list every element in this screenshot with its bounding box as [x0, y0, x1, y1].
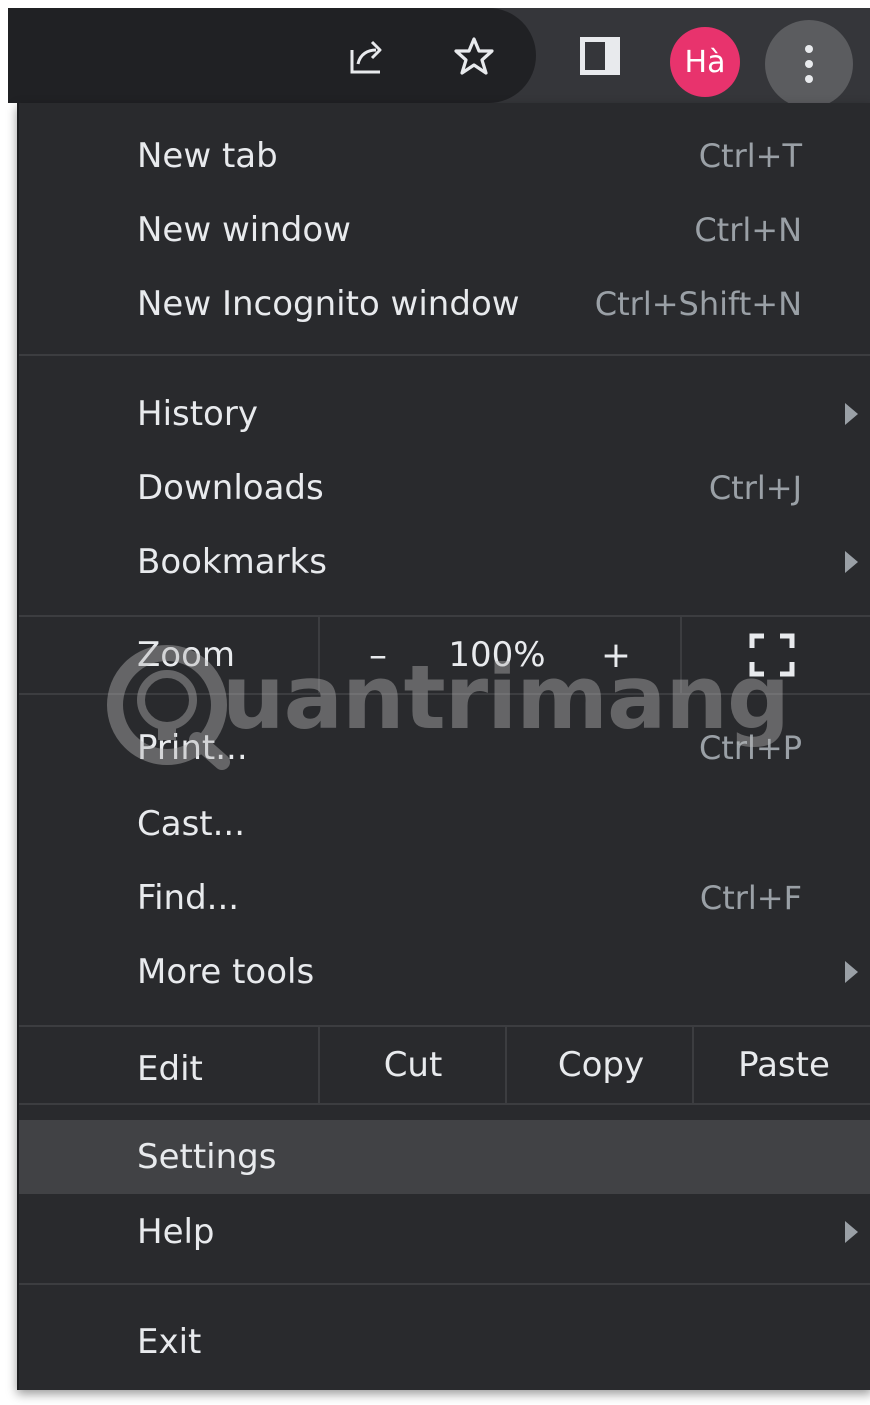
menu-item-bookmarks[interactable]: Bookmarks [19, 525, 870, 599]
fullscreen-icon[interactable] [749, 633, 795, 677]
edit-label: Edit [137, 1049, 203, 1089]
menu-item-shortcut: Ctrl+Shift+N [594, 285, 802, 323]
menu-item-shortcut: Ctrl+F [699, 879, 802, 917]
menu-item-label: Exit [137, 1322, 202, 1362]
menu-item-label: Downloads [137, 468, 324, 508]
edit-row: Edit Cut Copy Paste [19, 1027, 870, 1103]
menu-item-cast[interactable]: Cast... [19, 787, 870, 861]
menu-item-label: History [137, 394, 258, 434]
menu-separator [19, 1103, 870, 1105]
menu-item-label: Print... [137, 728, 248, 768]
menu-separator [19, 693, 870, 695]
menu-item-history[interactable]: History [19, 377, 870, 451]
menu-item-label: Bookmarks [137, 542, 327, 582]
menu-item-label: New tab [137, 136, 278, 176]
browser-window: Hà New tab Ctrl+T New window Ctrl+N New … [0, 0, 870, 1405]
copy-button[interactable]: Copy [508, 1027, 694, 1103]
side-panel-icon[interactable] [574, 30, 626, 82]
chrome-main-menu: New tab Ctrl+T New window Ctrl+N New Inc… [17, 103, 870, 1390]
paste-button[interactable]: Paste [696, 1027, 870, 1103]
cut-button[interactable]: Cut [320, 1027, 506, 1103]
menu-item-label: Find... [137, 878, 240, 918]
submenu-arrow-icon [845, 1221, 858, 1243]
submenu-arrow-icon [845, 403, 858, 425]
menu-separator [19, 1283, 870, 1285]
menu-item-more-tools[interactable]: More tools [19, 935, 870, 1009]
zoom-row: Zoom – 100% + [19, 617, 870, 693]
menu-item-downloads[interactable]: Downloads Ctrl+J [19, 451, 870, 525]
zoom-label: Zoom [137, 635, 236, 675]
menu-item-find[interactable]: Find... Ctrl+F [19, 861, 870, 935]
three-dots-vertical-icon[interactable] [765, 20, 853, 108]
menu-item-shortcut: Ctrl+T [698, 137, 802, 175]
profile-avatar[interactable]: Hà [670, 27, 740, 97]
menu-item-label: Settings [137, 1137, 277, 1177]
menu-item-settings[interactable]: Settings [19, 1120, 870, 1194]
divider [680, 617, 682, 693]
divider [318, 617, 320, 693]
menu-item-label: Help [137, 1212, 215, 1252]
zoom-in-button[interactable]: + [571, 617, 661, 693]
menu-item-shortcut: Ctrl+P [698, 729, 802, 767]
menu-item-label: More tools [137, 952, 315, 992]
submenu-arrow-icon [845, 961, 858, 983]
zoom-out-button[interactable]: – [333, 617, 423, 693]
menu-item-shortcut: Ctrl+J [708, 469, 802, 507]
profile-initials: Hà [684, 44, 726, 80]
submenu-arrow-icon [845, 551, 858, 573]
menu-item-label: New window [137, 210, 351, 250]
browser-toolbar: Hà [8, 8, 870, 108]
star-icon[interactable] [448, 30, 500, 82]
menu-item-shortcut: Ctrl+N [694, 211, 802, 249]
zoom-level: 100% [448, 635, 546, 675]
menu-item-new-tab[interactable]: New tab Ctrl+T [19, 119, 870, 193]
menu-item-exit[interactable]: Exit [19, 1305, 870, 1379]
menu-separator [19, 354, 870, 356]
share-icon[interactable] [340, 30, 392, 82]
menu-item-new-incognito-window[interactable]: New Incognito window Ctrl+Shift+N [19, 267, 870, 341]
menu-item-help[interactable]: Help [19, 1195, 870, 1269]
menu-item-label: New Incognito window [137, 284, 520, 324]
menu-item-new-window[interactable]: New window Ctrl+N [19, 193, 870, 267]
divider [692, 1027, 694, 1103]
menu-item-print[interactable]: Print... Ctrl+P [19, 711, 870, 785]
divider [505, 1027, 507, 1103]
menu-item-label: Cast... [137, 804, 246, 844]
